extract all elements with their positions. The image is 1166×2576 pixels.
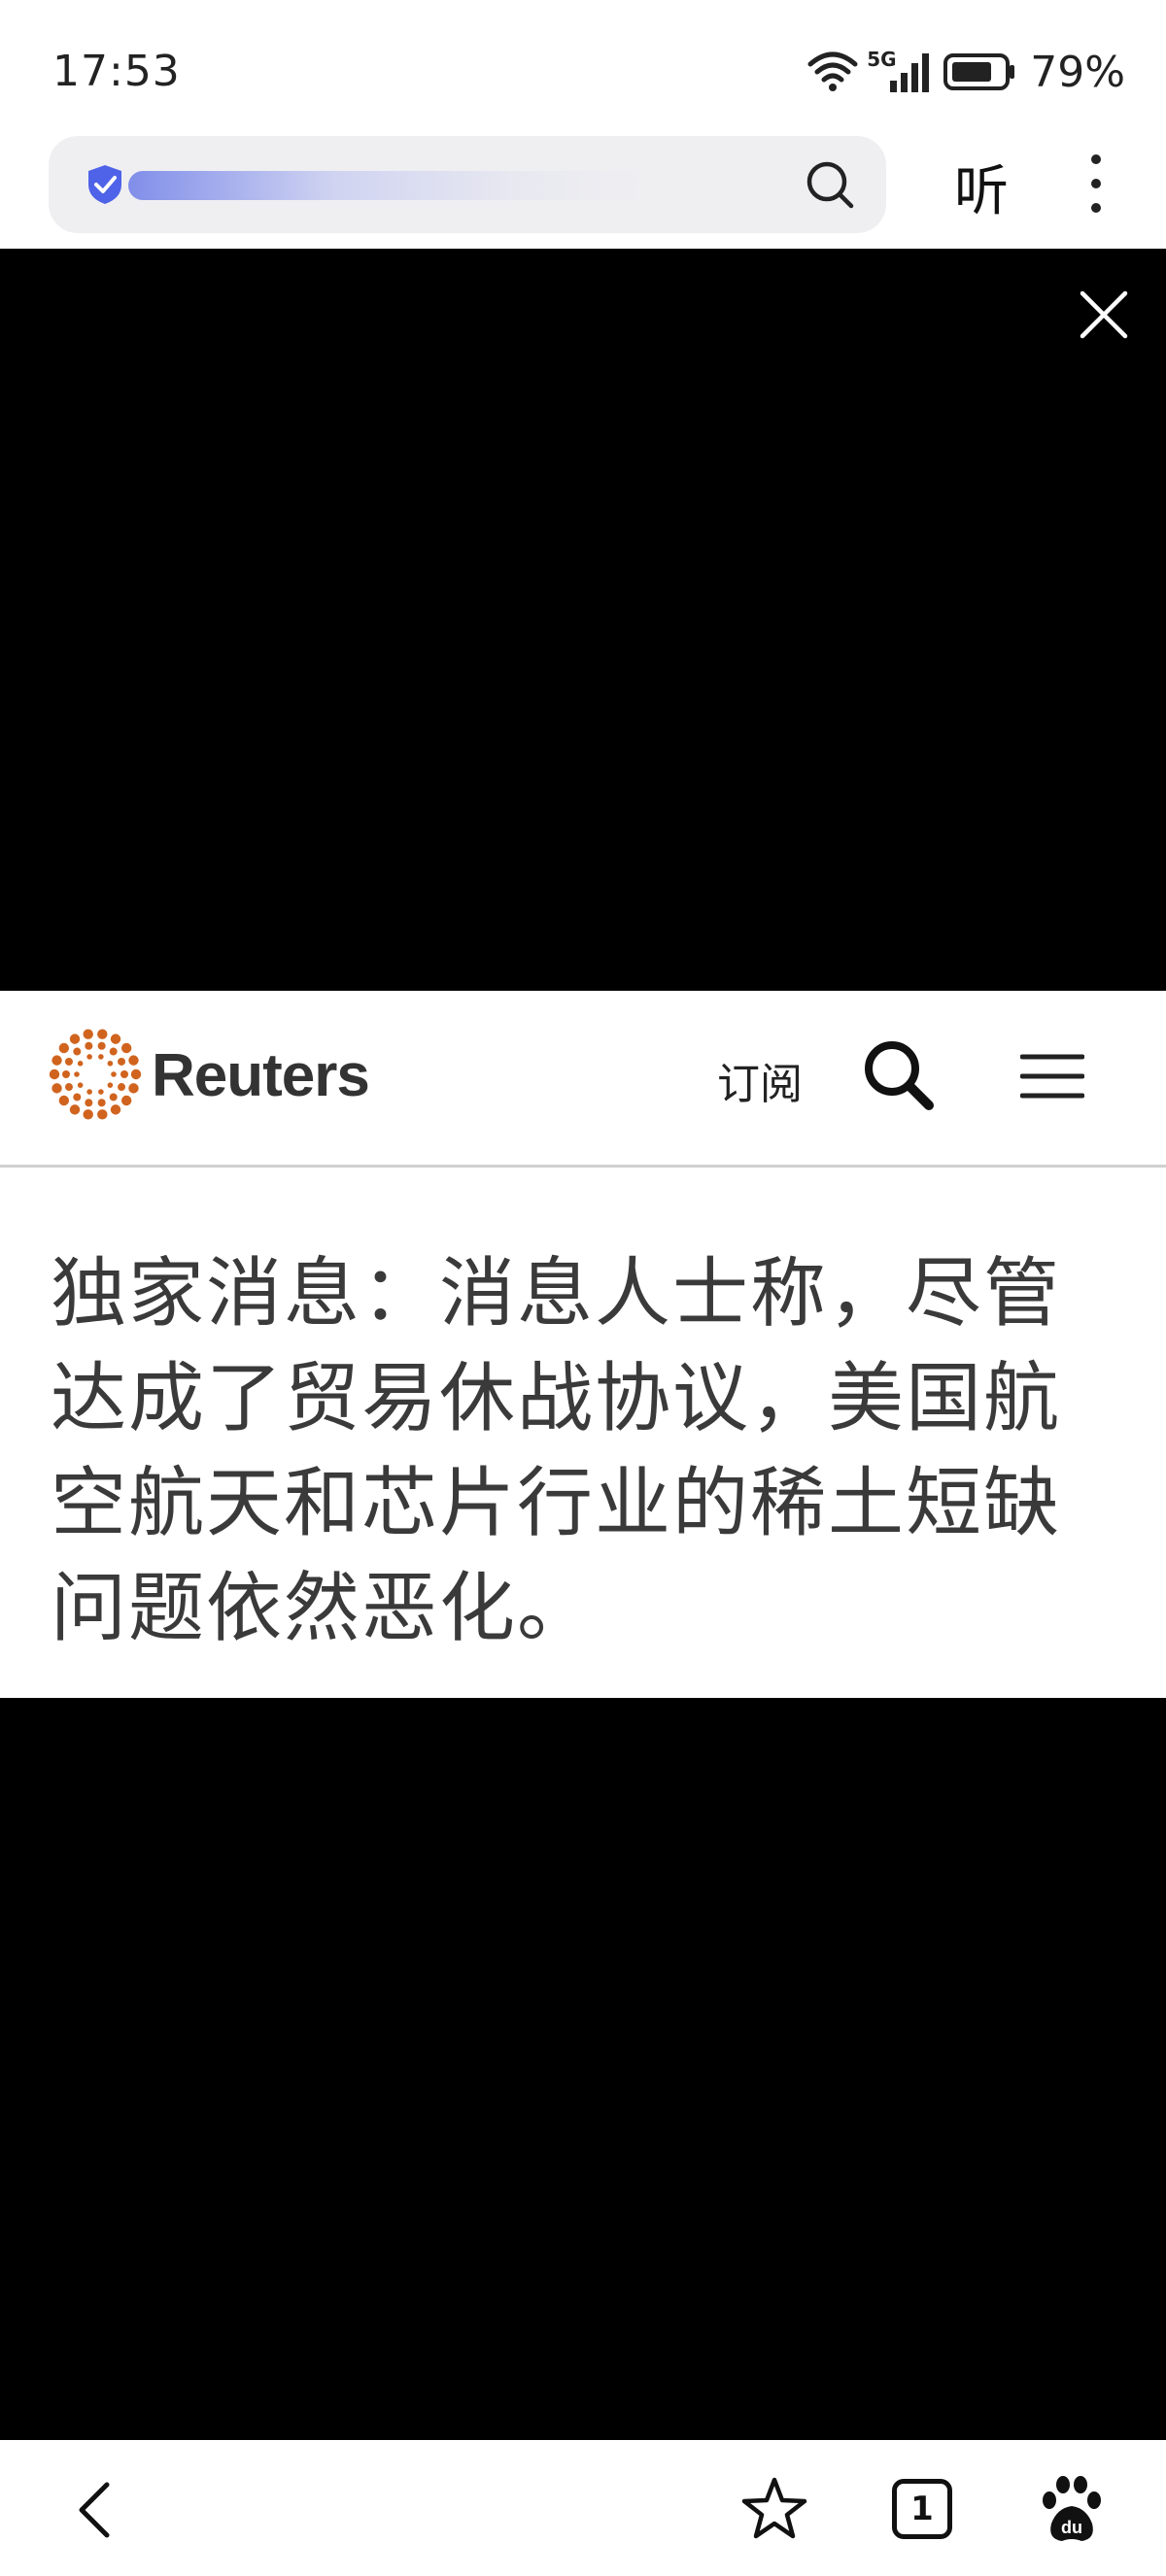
search-icon[interactable] xyxy=(861,1037,935,1111)
tabs-button[interactable]: 1 xyxy=(892,2479,952,2539)
star-icon[interactable] xyxy=(740,2475,808,2543)
baidu-paw-icon[interactable]: du xyxy=(1038,2473,1106,2545)
address-bar[interactable] xyxy=(49,136,886,233)
search-icon[interactable] xyxy=(803,157,857,212)
subscribe-link[interactable]: 订阅 xyxy=(717,1049,803,1111)
reuters-logo-icon[interactable] xyxy=(47,1026,144,1123)
back-arrow-icon[interactable] xyxy=(68,2479,122,2541)
reuters-wordmark[interactable]: Reuters xyxy=(152,1041,370,1110)
status-icons: 5G 79% xyxy=(806,43,1125,101)
battery-icon xyxy=(943,53,1015,90)
wifi-icon xyxy=(807,51,858,91)
status-bar: 17:53 5G 79% xyxy=(0,0,1166,136)
more-vertical-icon[interactable] xyxy=(1077,150,1115,218)
ad-overlay-top xyxy=(0,249,1166,991)
status-time: 17:53 xyxy=(52,47,181,96)
listen-button[interactable]: 听 xyxy=(954,148,1009,226)
url-text xyxy=(128,171,643,200)
shield-check-icon xyxy=(88,165,121,204)
ad-overlay-bottom xyxy=(0,1698,1166,2440)
browser-toolbar: 听 xyxy=(0,126,1166,249)
bottom-navigation: 1 du xyxy=(0,2440,1166,2576)
close-icon[interactable] xyxy=(1077,288,1131,342)
signal-icon: 5G xyxy=(867,48,935,96)
hamburger-menu-icon[interactable] xyxy=(1020,1051,1084,1102)
svg-text:du: du xyxy=(1061,2518,1082,2537)
reuters-header: Reuters 订阅 xyxy=(0,991,1166,1168)
article-headline[interactable]: 独家消息：消息人士称，尽管达成了贸易休战协议，美国航空航天和芯片行业的稀土短缺问… xyxy=(51,1241,1129,1661)
battery-percent: 79% xyxy=(1030,47,1125,97)
article-headline-card: 独家消息：消息人士称，尽管达成了贸易休战协议，美国航空航天和芯片行业的稀土短缺问… xyxy=(0,1168,1166,1698)
